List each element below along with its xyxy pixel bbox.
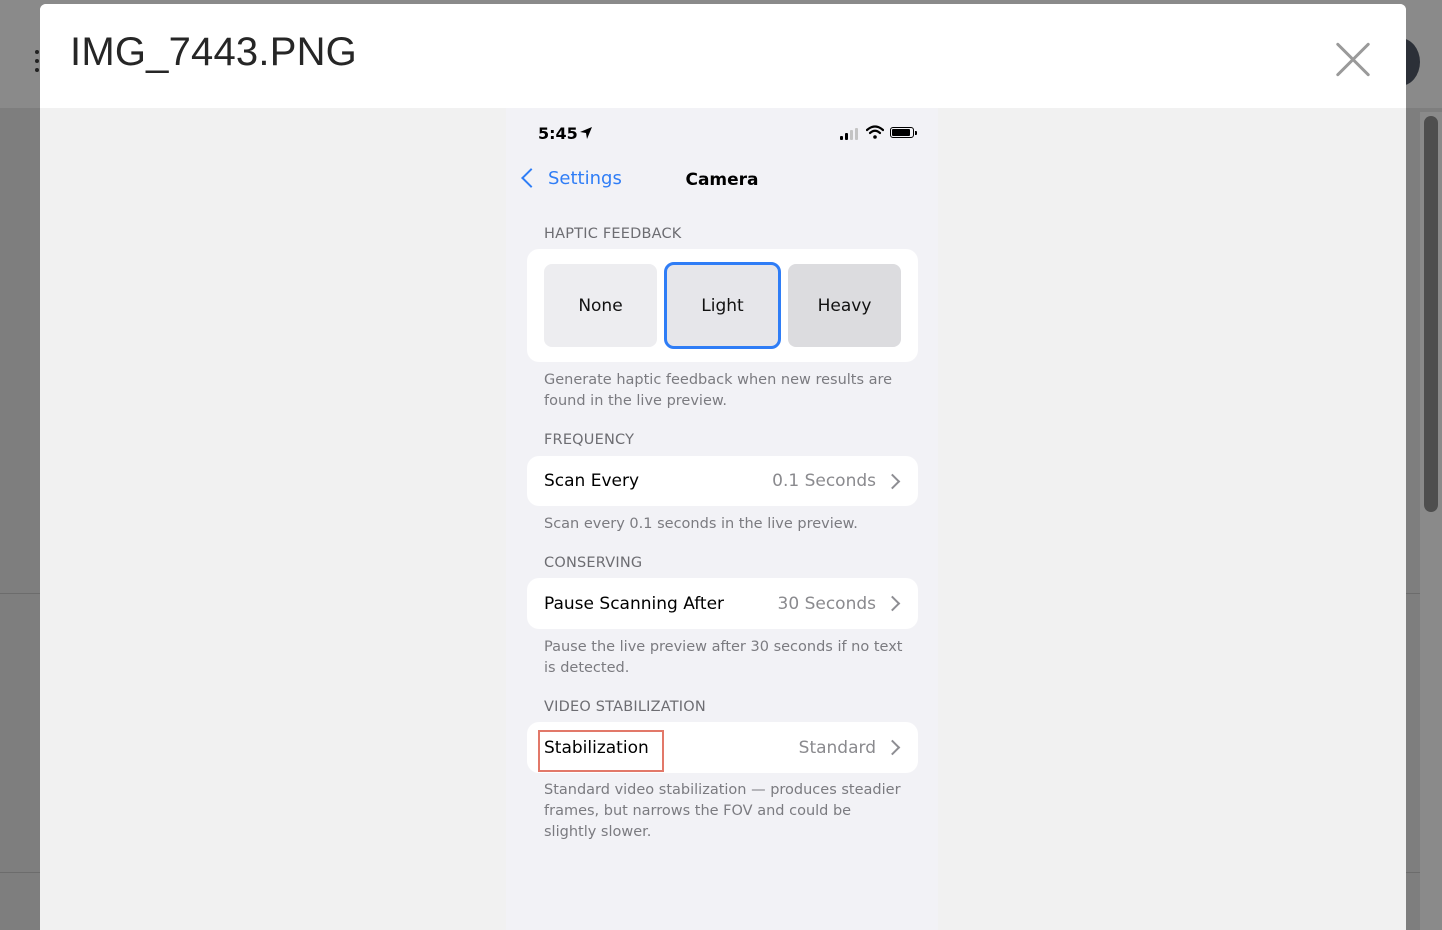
- chevron-right-icon: [884, 739, 901, 756]
- stabilization-value: Standard: [798, 737, 876, 758]
- modal-header: IMG_7443.PNG: [40, 4, 1406, 108]
- stabilization-row[interactable]: Stabilization Standard: [527, 722, 918, 773]
- scan-every-label: Scan Every: [544, 471, 640, 491]
- conserving-footer: Pause the live preview after 30 seconds …: [544, 639, 903, 676]
- background-divider: [1406, 872, 1420, 873]
- stabilization-card: Stabilization Standard: [527, 722, 918, 773]
- nav-title: Camera: [685, 170, 759, 190]
- background-divider: [0, 872, 40, 873]
- battery-icon: [890, 127, 917, 138]
- frequency-card: Scan Every 0.1 Seconds: [527, 456, 918, 506]
- haptic-card: None Light Heavy: [527, 249, 918, 362]
- cellular-signal-icon: [840, 128, 860, 140]
- section-header-stabilization: VIDEO STABILIZATION: [544, 699, 706, 715]
- screenshot-image: 5:45 Settings Camera HAPTIC FEEDBACK Non…: [506, 108, 938, 930]
- wifi-icon: [866, 125, 884, 139]
- scan-every-row[interactable]: Scan Every 0.1 Seconds: [527, 456, 918, 506]
- modal-title: IMG_7443.PNG: [70, 30, 357, 74]
- section-header-conserving: CONSERVING: [544, 555, 643, 571]
- page-scrollbar-thumb[interactable]: [1424, 116, 1438, 512]
- background-divider: [0, 593, 40, 594]
- haptic-option-light[interactable]: Light: [664, 262, 781, 349]
- section-header-haptic: HAPTIC FEEDBACK: [544, 226, 682, 242]
- pause-scanning-row[interactable]: Pause Scanning After 30 Seconds: [527, 578, 918, 629]
- haptic-option-none[interactable]: None: [544, 264, 657, 347]
- haptic-option-heavy[interactable]: Heavy: [788, 264, 901, 347]
- close-icon[interactable]: [1334, 40, 1372, 78]
- haptic-footer: Generate haptic feedback when new result…: [544, 372, 893, 409]
- background-divider: [1406, 593, 1420, 594]
- chevron-right-icon: [884, 595, 901, 612]
- pause-scanning-label: Pause Scanning After: [544, 593, 725, 614]
- stabilization-footer: Standard video stabilization — produces …: [544, 782, 901, 840]
- image-preview-modal: IMG_7443.PNG 5:45 Settings Camera HAPTIC…: [40, 4, 1406, 930]
- chevron-right-icon: [884, 473, 901, 489]
- conserving-card: Pause Scanning After 30 Seconds: [527, 578, 918, 629]
- stabilization-label: Stabilization: [544, 737, 649, 758]
- modal-body: 5:45 Settings Camera HAPTIC FEEDBACK Non…: [40, 108, 1406, 930]
- scan-every-value: 0.1 Seconds: [772, 471, 876, 491]
- frequency-footer: Scan every 0.1 seconds in the live previ…: [544, 516, 858, 532]
- pause-scanning-value: 30 Seconds: [777, 593, 876, 614]
- location-arrow-icon: [580, 127, 592, 139]
- status-time: 5:45: [538, 124, 578, 143]
- section-header-frequency: FREQUENCY: [544, 432, 635, 448]
